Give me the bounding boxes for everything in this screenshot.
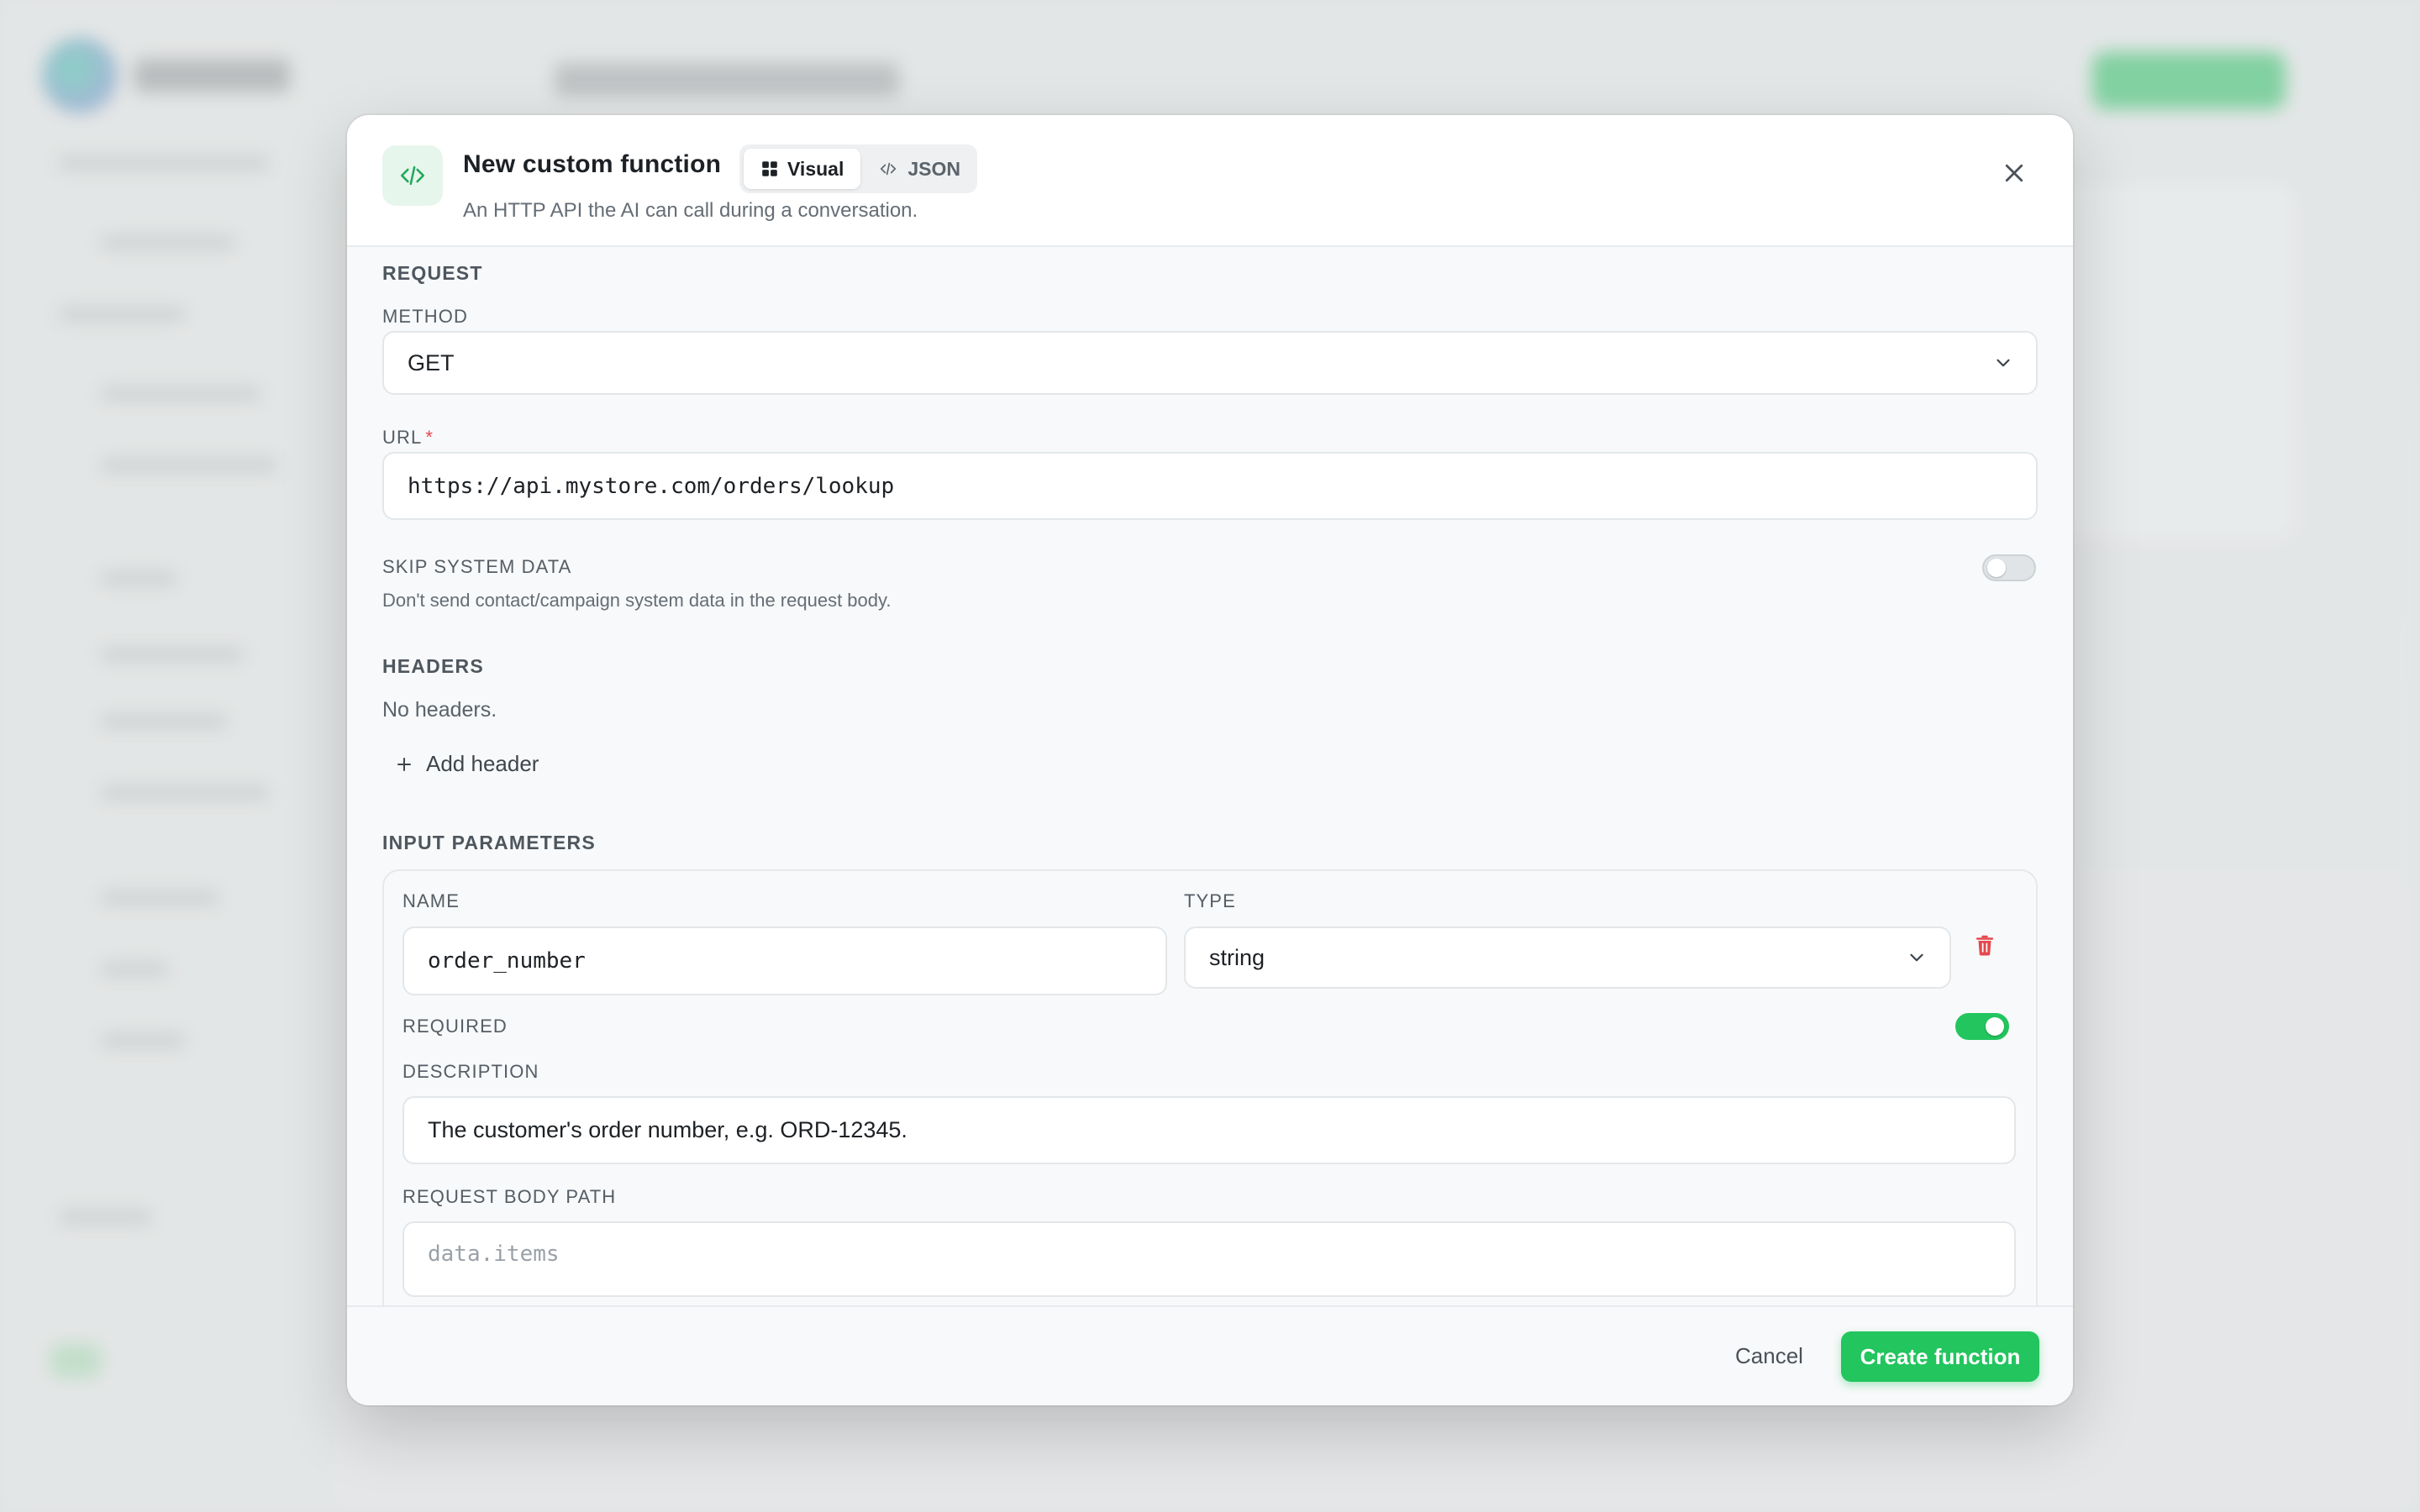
skip-system-data-label: SKIP SYSTEM DATA [382, 556, 572, 577]
param-name-value: order_number [428, 948, 586, 974]
url-input[interactable]: https://api.mystore.com/orders/lookup [382, 452, 2038, 520]
cancel-button[interactable]: Cancel [1720, 1331, 1818, 1380]
section-title-input-parameters: INPUT PARAMETERS [382, 832, 596, 853]
custom-function-dialog: New custom function Visual JSON An HTTP … [347, 115, 2073, 1405]
param-type-label: TYPE [1184, 890, 1236, 911]
skip-system-data-toggle[interactable] [1982, 554, 2036, 581]
param-body-path-label: REQUEST BODY PATH [402, 1186, 617, 1207]
tab-json[interactable]: JSON [860, 149, 977, 189]
toggle-knob [1987, 559, 2006, 577]
url-label-text: URL [382, 427, 423, 448]
param-description-input[interactable]: The customer's order number, e.g. ORD-12… [402, 1096, 2016, 1164]
add-header-label: Add header [426, 751, 539, 776]
delete-parameter-button[interactable] [1972, 932, 1997, 958]
dialog-title: New custom function [463, 150, 722, 178]
close-button[interactable] [1994, 153, 2034, 193]
tab-visual[interactable]: Visual [744, 149, 861, 189]
url-value: https://api.mystore.com/orders/lookup [408, 473, 895, 499]
method-label: METHOD [382, 306, 468, 327]
section-title-headers: HEADERS [382, 655, 484, 677]
grid-icon [760, 160, 779, 178]
tab-json-label: JSON [908, 157, 960, 180]
param-name-label: NAME [402, 890, 460, 911]
param-required-toggle[interactable] [1955, 1013, 2009, 1040]
plus-icon [394, 754, 414, 774]
param-type-select[interactable]: string [1184, 927, 1951, 989]
section-title-request: REQUEST [382, 262, 483, 284]
dialog-body: REQUEST METHOD GET URL * https://api.myst… [347, 249, 2073, 1405]
url-label: URL * [382, 427, 434, 449]
required-mark: * [425, 427, 434, 448]
param-name-input[interactable]: order_number [402, 927, 1167, 995]
method-select[interactable]: GET [382, 331, 2038, 395]
dialog-subtitle: An HTTP API the AI can call during a con… [463, 199, 918, 222]
add-header-button[interactable]: Add header [394, 751, 539, 777]
code-icon [382, 145, 443, 206]
param-required-label: REQUIRED [402, 1016, 508, 1037]
editor-mode-switch: Visual JSON [739, 144, 977, 193]
dialog-header: New custom function Visual JSON An HTTP … [347, 115, 2073, 247]
param-body-path-placeholder: data.items [428, 1242, 560, 1267]
chevron-down-icon [1906, 947, 1928, 969]
no-headers-text: No headers. [382, 698, 497, 722]
tab-visual-label: Visual [787, 157, 844, 180]
chevron-down-icon [1992, 352, 2014, 374]
param-body-path-input[interactable]: data.items [402, 1221, 2016, 1297]
trash-icon [1972, 932, 1997, 958]
create-function-button[interactable]: Create function [1841, 1331, 2039, 1382]
param-description-value: The customer's order number, e.g. ORD-12… [428, 1117, 908, 1142]
skip-system-data-help: Don't send contact/campaign system data … [382, 590, 892, 611]
param-type-value: string [1209, 944, 1265, 970]
param-description-label: DESCRIPTION [402, 1061, 539, 1082]
close-icon [2002, 160, 2027, 186]
code-icon [877, 160, 899, 178]
toggle-knob [1986, 1017, 2004, 1036]
method-value: GET [408, 349, 455, 375]
